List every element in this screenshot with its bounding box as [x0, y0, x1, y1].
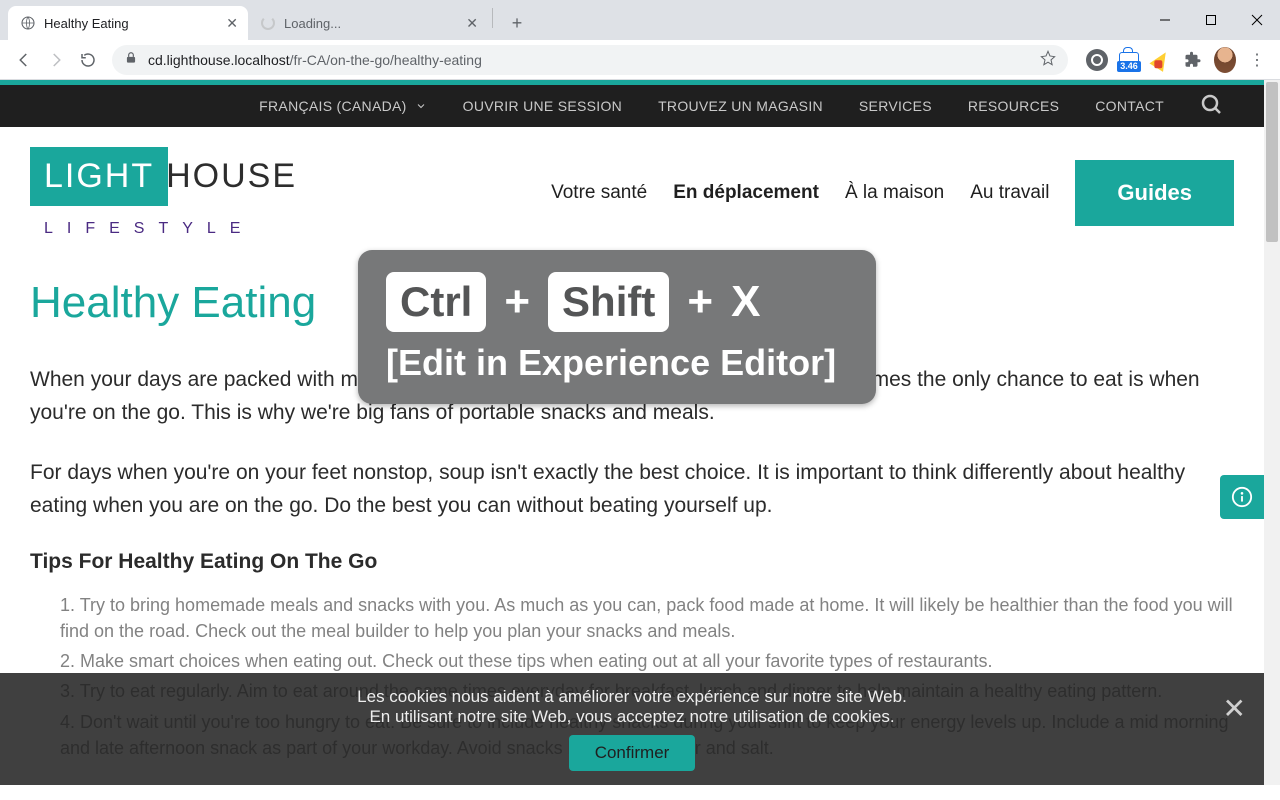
utility-link-services[interactable]: SERVICES [859, 98, 932, 114]
guides-button[interactable]: Guides [1075, 160, 1234, 226]
address-bar[interactable]: cd.lighthouse.localhost/fr-CA/on-the-go/… [112, 45, 1068, 75]
brand-word-right: HOUSE [166, 157, 297, 196]
tab-title: Healthy Eating [44, 16, 218, 31]
tab-separator [492, 8, 493, 28]
close-window-button[interactable] [1234, 0, 1280, 40]
browser-window: Healthy Eating ✕ Loading... ✕ + [0, 0, 1280, 785]
info-icon [1231, 486, 1253, 508]
url-text: cd.lighthouse.localhost/fr-CA/on-the-go/… [148, 52, 1040, 68]
tab-strip: Healthy Eating ✕ Loading... ✕ + [0, 0, 1280, 40]
key-ctrl: Ctrl [386, 272, 486, 332]
close-icon[interactable]: ✕ [226, 16, 238, 30]
maximize-button[interactable] [1188, 0, 1234, 40]
info-float-button[interactable] [1220, 475, 1264, 519]
minimize-button[interactable] [1142, 0, 1188, 40]
lighthouse-extension-icon[interactable]: 3.46 [1118, 49, 1140, 71]
tab-healthy-eating[interactable]: Healthy Eating ✕ [8, 6, 248, 40]
extension-icons: 3.46 ⋮ [1076, 49, 1272, 71]
bookmark-star-icon[interactable] [1040, 50, 1056, 69]
nav-en-deplacement[interactable]: En déplacement [673, 182, 819, 204]
back-button[interactable] [8, 44, 40, 76]
window-controls [1142, 0, 1280, 40]
utility-link-resources[interactable]: RESOURCES [968, 98, 1059, 114]
chrome-menu-button[interactable]: ⋮ [1246, 49, 1268, 71]
nav-au-travail[interactable]: Au travail [970, 182, 1049, 204]
brand-word-left: LIGHT [30, 147, 168, 206]
utility-link-session[interactable]: OUVRIR UNE SESSION [463, 98, 622, 114]
language-label: FRANÇAIS (CANADA) [259, 98, 406, 114]
main-header: LIGHT HOUSE LIFESTYLE Votre santé En dép… [0, 127, 1264, 248]
intro-paragraph-2: For days when you're on your feet nonsto… [30, 457, 1234, 522]
page-viewport: FRANÇAIS (CANADA) OUVRIR UNE SESSION TRO… [0, 80, 1280, 785]
profile-avatar[interactable] [1214, 49, 1236, 71]
plus-sign: + [504, 277, 530, 327]
key-shift: Shift [548, 272, 669, 332]
cookie-confirm-button[interactable]: Confirmer [569, 735, 696, 771]
browser-toolbar: cd.lighthouse.localhost/fr-CA/on-the-go/… [0, 40, 1280, 80]
lock-icon [124, 51, 138, 68]
extensions-button[interactable] [1182, 49, 1204, 71]
shortcut-overlay: Ctrl + Shift + X [Edit in Experience Edi… [358, 250, 876, 404]
language-selector[interactable]: FRANÇAIS (CANADA) [259, 98, 426, 114]
chevron-down-icon [415, 100, 427, 112]
utility-nav: FRANÇAIS (CANADA) OUVRIR UNE SESSION TRO… [0, 85, 1264, 127]
globe-icon [20, 15, 36, 31]
new-tab-button[interactable]: + [503, 9, 531, 37]
cookie-text-1: Les cookies nous aident à améliorer votr… [60, 687, 1204, 707]
cookie-text-2: En utilisant notre site Web, vous accept… [60, 707, 1204, 727]
scrollbar[interactable] [1264, 80, 1280, 785]
close-icon[interactable]: ✕ [1223, 695, 1246, 723]
plus-sign: + [687, 277, 713, 327]
tips-item: 2. Make smart choices when eating out. C… [60, 648, 1234, 674]
nav-a-la-maison[interactable]: À la maison [845, 182, 944, 204]
close-icon[interactable]: ✕ [466, 16, 478, 30]
marker-extension-icon[interactable] [1150, 49, 1172, 71]
tips-header: Tips For Healthy Eating On The Go [30, 550, 1234, 574]
forward-button[interactable] [40, 44, 72, 76]
primary-nav: Votre santé En déplacement À la maison A… [551, 160, 1234, 226]
lighthouse-badge: 3.46 [1117, 61, 1141, 72]
tab-loading[interactable]: Loading... ✕ [248, 6, 488, 40]
shortcut-caption: [Edit in Experience Editor] [386, 342, 836, 384]
cookie-banner: ✕ Les cookies nous aident à améliorer vo… [0, 673, 1264, 785]
search-icon[interactable] [1200, 93, 1224, 120]
nav-votre-sante[interactable]: Votre santé [551, 182, 647, 204]
tab-title: Loading... [284, 16, 458, 31]
incognito-icon[interactable] [1086, 49, 1108, 71]
brand-logo[interactable]: LIGHT HOUSE LIFESTYLE [30, 147, 297, 238]
utility-link-store[interactable]: TROUVEZ UN MAGASIN [658, 98, 823, 114]
scrollbar-thumb[interactable] [1266, 82, 1278, 242]
brand-subtitle: LIFESTYLE [44, 220, 297, 238]
spinner-icon [260, 15, 276, 31]
reload-button[interactable] [72, 44, 104, 76]
key-x: X [731, 277, 760, 327]
tips-item: 1. Try to bring homemade meals and snack… [60, 592, 1234, 644]
utility-link-contact[interactable]: CONTACT [1095, 98, 1164, 114]
